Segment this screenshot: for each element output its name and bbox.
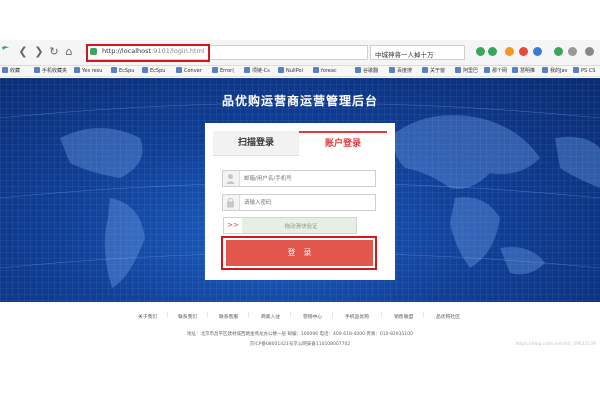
footer-link[interactable]: 营销中心	[303, 313, 322, 320]
bookmark-item[interactable]: EcSpu	[142, 67, 165, 76]
password-field[interactable]	[222, 194, 376, 211]
undo-icon[interactable]	[568, 47, 577, 56]
footer-link[interactable]: 商家入驻	[261, 313, 280, 320]
footer-address: 地址：北京市昌平区建材城西路金燕龙办公楼一层 邮编：100096 电话：400-…	[187, 332, 413, 337]
footer-separator: |	[290, 313, 292, 318]
username-input[interactable]	[244, 173, 372, 184]
bookmark-item[interactable]: EcSpu	[111, 67, 134, 76]
footer-link[interactable]: 联系我们	[178, 313, 197, 320]
user-icon	[223, 171, 240, 186]
captcha-hint: 拖动滑块验证	[284, 224, 318, 230]
footer-link[interactable]: 品优购社区	[436, 313, 460, 320]
back-button[interactable]: ❮	[17, 46, 29, 58]
bookmark-item[interactable]: 那个网	[484, 67, 507, 76]
bookmark-item[interactable]: Conver	[176, 67, 202, 76]
bookmark-item[interactable]: 阿里巴	[455, 67, 478, 76]
user-icon[interactable]	[505, 47, 514, 56]
forward-button[interactable]: ❯	[33, 46, 45, 58]
bookmark-item[interactable]: 慧明推	[512, 67, 535, 76]
footer-link[interactable]: 关于我们	[138, 313, 157, 320]
menu-icon[interactable]	[585, 47, 594, 56]
shield-icon[interactable]	[554, 47, 563, 56]
footer-link[interactable]: 手机品优购	[345, 313, 369, 320]
bookmark-item[interactable]: 关于窗	[422, 67, 445, 76]
footer-icp: 京ICP备08001421号京公网安备110108007702	[249, 342, 351, 347]
page: ❮ ❯ ↻ ⌂ http://localhost:9101/login.html…	[0, 0, 600, 400]
bookmark-item[interactable]: 项链-Cs	[244, 67, 270, 76]
add-icon[interactable]	[488, 47, 497, 56]
bookmark-item[interactable]: Yes resu	[74, 67, 102, 76]
footer-link[interactable]: 联系客服	[219, 313, 238, 320]
browser-search-box[interactable]: 中城神将一人掉十万	[370, 45, 465, 60]
username-field[interactable]	[222, 170, 376, 187]
bookmark-item[interactable]: 收藏	[2, 67, 20, 76]
bookmark-item[interactable]: 百度搜	[389, 67, 412, 76]
refresh-icon[interactable]: ↻	[48, 46, 60, 58]
login-highlight-box	[221, 236, 377, 270]
captcha-slider-handle[interactable]: >>	[224, 218, 242, 233]
footer-separator: |	[332, 313, 334, 318]
footer-separator: |	[207, 313, 209, 318]
bookmark-item[interactable]: 手机收藏夹	[34, 67, 67, 76]
bookmark-item[interactable]: 谷歌翻	[355, 67, 378, 76]
browser-logo-icon	[2, 46, 9, 50]
extension-icon[interactable]	[476, 47, 485, 56]
home-icon[interactable]: ⌂	[63, 46, 75, 58]
footer-separator: |	[248, 313, 250, 318]
watermark: https://blog.csdn.net/m0_49632139	[515, 342, 596, 347]
lock-icon	[223, 195, 240, 210]
bookmark-item[interactable]: 我的Jav	[542, 67, 568, 76]
footer-separator: |	[381, 313, 383, 318]
tab-scan-login[interactable]: 扫描登录	[213, 131, 299, 156]
bookmark-item[interactable]: NullPoi	[278, 67, 303, 76]
tab-account-login[interactable]: 账户登录	[299, 131, 387, 156]
footer-separator: |	[423, 313, 425, 318]
bookmark-item[interactable]: Error(	[212, 67, 234, 76]
download-icon[interactable]	[519, 47, 528, 56]
bookmark-item[interactable]: PS CS	[573, 67, 595, 76]
footer-link[interactable]: 销售联盟	[394, 313, 413, 320]
password-input[interactable]	[244, 197, 372, 208]
url-highlight-box	[86, 44, 210, 62]
bookmark-item[interactable]: foreac	[313, 67, 337, 76]
footer-separator: |	[167, 313, 169, 318]
grid-icon[interactable]	[533, 47, 542, 56]
page-title: 品优购运营商运营管理后台	[221, 94, 378, 108]
